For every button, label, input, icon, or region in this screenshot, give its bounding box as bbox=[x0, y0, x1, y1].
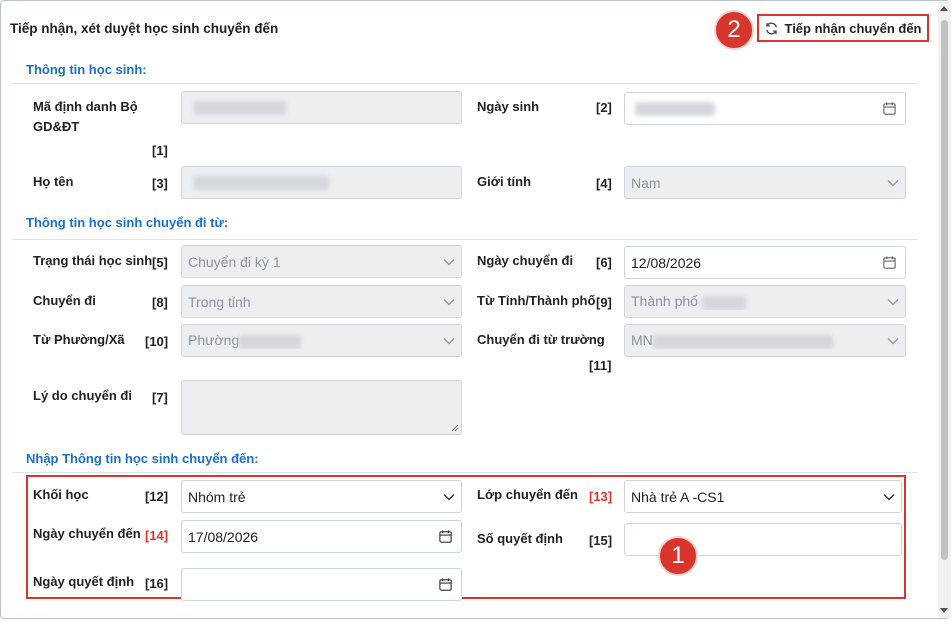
resize-grip-icon bbox=[451, 424, 459, 432]
departure-date-label: Ngày chuyển đi bbox=[477, 253, 574, 268]
departure-date-value: 12/08/2026 bbox=[631, 254, 702, 271]
moet-id-field bbox=[181, 91, 462, 124]
school-select: MN bbox=[624, 324, 906, 357]
ward-value-wrap: Phường bbox=[188, 332, 437, 349]
status-value: Chuyển đi kỳ 1 bbox=[188, 253, 281, 270]
grade-label: Khối học bbox=[33, 487, 89, 502]
section-divider bbox=[12, 239, 918, 240]
chevron-down-icon bbox=[443, 298, 455, 305]
school-label: Chuyển đi từ trường bbox=[477, 332, 605, 347]
chevron-down-icon bbox=[887, 337, 899, 344]
redacted-value bbox=[701, 295, 746, 310]
gender-select: Nam bbox=[624, 166, 906, 199]
section-divider bbox=[12, 472, 918, 473]
class-value: Nhà trẻ A -CS1 bbox=[631, 488, 725, 505]
decision-date-input[interactable] bbox=[181, 568, 430, 601]
chevron-down-icon bbox=[887, 298, 899, 305]
calendar-icon bbox=[882, 102, 896, 115]
moet-id-num: [1] bbox=[152, 143, 168, 158]
reason-textarea bbox=[181, 380, 462, 435]
redacted-value bbox=[652, 334, 833, 349]
name-field bbox=[181, 166, 462, 199]
scroll-up-arrow-icon[interactable] bbox=[940, 6, 948, 11]
status-label: Trạng thái học sinh bbox=[33, 253, 153, 268]
calendar-icon bbox=[438, 530, 452, 543]
arrival-date-num: [14] bbox=[145, 528, 169, 543]
ward-value: Phường bbox=[188, 332, 240, 349]
province-value: Thành phố bbox=[631, 293, 698, 310]
grade-value: Nhóm trẻ bbox=[188, 488, 246, 505]
status-select: Chuyển đi kỳ 1 bbox=[181, 245, 462, 278]
callout-badge-2: 2 bbox=[714, 10, 754, 50]
decision-no-num: [15] bbox=[589, 533, 613, 548]
gender-value: Nam bbox=[631, 174, 661, 191]
reason-num: [7] bbox=[152, 390, 168, 405]
school-num: [11] bbox=[589, 358, 612, 373]
transfer-type-value: Trong tỉnh bbox=[188, 293, 251, 310]
decision-calendar-button[interactable] bbox=[429, 568, 462, 601]
redacted-value bbox=[239, 334, 302, 349]
departure-calendar-button[interactable] bbox=[873, 246, 906, 279]
dob-label: Ngày sinh bbox=[477, 99, 540, 114]
decision-no-label: Số quyết định bbox=[477, 531, 563, 546]
transfer-type-num: [8] bbox=[152, 295, 168, 310]
chevron-down-icon bbox=[443, 258, 455, 265]
transfer-type-label: Chuyển đi bbox=[33, 293, 96, 308]
scroll-down-arrow-icon[interactable] bbox=[940, 608, 948, 613]
school-value-wrap: MN bbox=[631, 332, 881, 349]
section-to-info: Nhập Thông tin học sinh chuyển đến: bbox=[26, 451, 259, 466]
receive-transfer-button[interactable]: Tiếp nhận chuyển đến bbox=[757, 14, 929, 42]
province-num: [9] bbox=[596, 295, 612, 310]
arrival-date-input[interactable]: 17/08/2026 bbox=[181, 520, 430, 553]
province-value-wrap: Thành phố bbox=[631, 293, 881, 310]
redacted-value bbox=[194, 100, 286, 115]
transfer-type-select: Trong tỉnh bbox=[181, 285, 462, 318]
reason-label: Lý do chuyển đi bbox=[33, 388, 132, 403]
class-num: [13] bbox=[589, 489, 613, 504]
arrival-date-label: Ngày chuyển đến bbox=[33, 526, 141, 541]
departure-date-input[interactable]: 12/08/2026 bbox=[624, 246, 874, 279]
callout-badge-1: 1 bbox=[658, 536, 698, 576]
redacted-value bbox=[635, 101, 715, 116]
class-label: Lớp chuyển đến bbox=[477, 487, 578, 502]
dob-num: [2] bbox=[596, 100, 612, 115]
school-value: MN bbox=[631, 332, 653, 349]
province-select: Thành phố bbox=[624, 285, 906, 318]
chevron-down-icon bbox=[443, 493, 455, 500]
grade-select[interactable]: Nhóm trẻ bbox=[181, 480, 462, 513]
gender-label: Giới tính bbox=[477, 174, 532, 189]
page-title: Tiếp nhận, xét duyệt học sinh chuyển đến bbox=[10, 21, 279, 36]
province-label: Từ Tỉnh/Thành phố bbox=[477, 293, 596, 308]
name-num: [3] bbox=[152, 176, 168, 191]
scrollbar-thumb[interactable] bbox=[941, 20, 948, 560]
moet-id-label: Mã định danh Bộ GD&ĐT bbox=[33, 99, 138, 134]
dob-input[interactable] bbox=[624, 92, 874, 125]
section-student-info: Thông tin học sinh: bbox=[26, 62, 147, 77]
section-from-info: Thông tin học sinh chuyển đi từ: bbox=[26, 215, 229, 230]
dob-calendar-button[interactable] bbox=[873, 92, 906, 125]
ward-label: Từ Phường/Xã bbox=[33, 332, 125, 347]
refresh-icon bbox=[766, 22, 778, 34]
chevron-down-icon bbox=[443, 337, 455, 344]
gender-num: [4] bbox=[596, 176, 612, 191]
departure-date-num: [6] bbox=[596, 255, 612, 270]
redacted-value bbox=[194, 175, 329, 190]
decision-date-num: [16] bbox=[145, 576, 169, 591]
receive-transfer-label: Tiếp nhận chuyển đến bbox=[784, 20, 922, 36]
chevron-down-icon bbox=[883, 493, 895, 500]
calendar-icon bbox=[438, 578, 452, 591]
class-select[interactable]: Nhà trẻ A -CS1 bbox=[624, 480, 902, 513]
status-num: [5] bbox=[152, 255, 168, 270]
section-divider bbox=[12, 83, 918, 84]
arrival-calendar-button[interactable] bbox=[429, 520, 462, 553]
vertical-scrollbar[interactable] bbox=[938, 1, 951, 618]
decision-date-label: Ngày quyết định bbox=[33, 574, 135, 589]
arrival-date-value: 17/08/2026 bbox=[188, 528, 259, 545]
calendar-icon bbox=[882, 256, 896, 269]
ward-select: Phường bbox=[181, 324, 462, 357]
grade-num: [12] bbox=[145, 489, 169, 504]
chevron-down-icon bbox=[887, 179, 899, 186]
ward-num: [10] bbox=[145, 334, 169, 349]
name-label: Họ tên bbox=[33, 174, 74, 189]
